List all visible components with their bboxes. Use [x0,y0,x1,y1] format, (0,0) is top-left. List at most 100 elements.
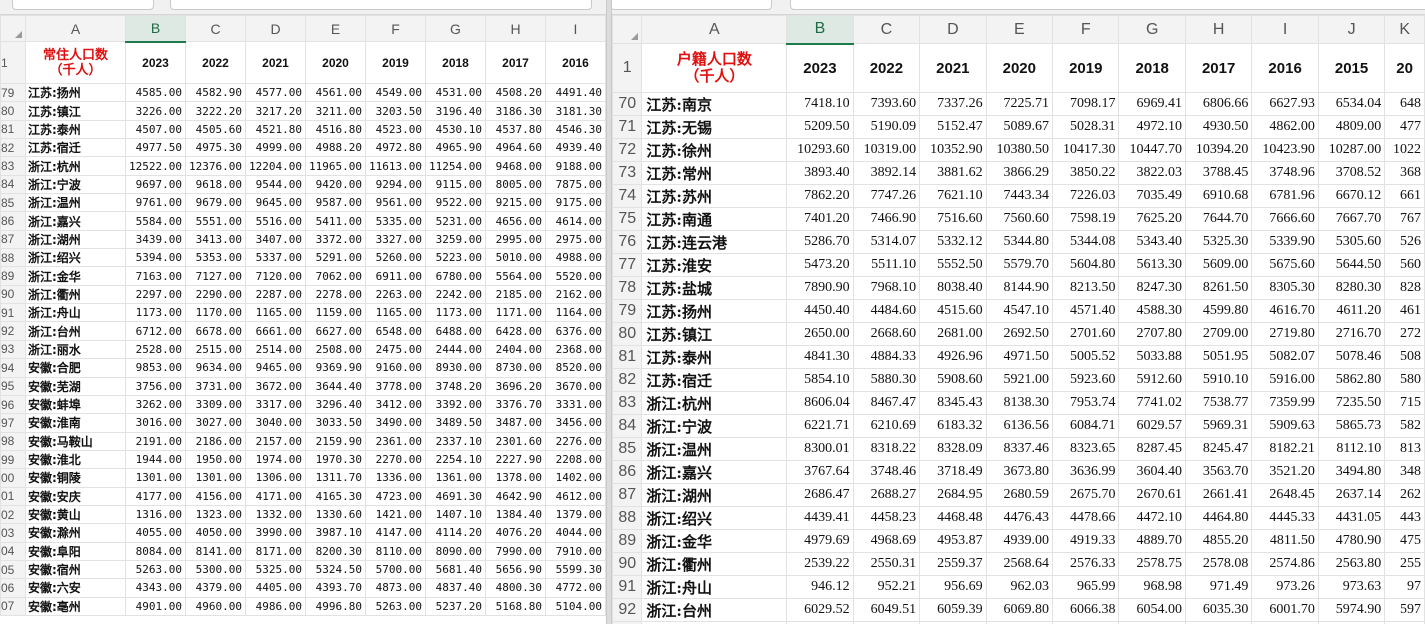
value-cell[interactable]: 2514.00 [245,339,306,360]
row-number[interactable]: 99 [0,449,26,470]
value-cell[interactable]: 5675.60 [1251,253,1319,277]
value-cell[interactable]: 262 [1384,483,1425,507]
sheet-title-cell[interactable]: 户籍人口数 （千人） [641,43,788,93]
value-cell[interactable]: 9618.00 [185,174,246,195]
value-cell[interactable]: 4611.20 [1317,299,1386,323]
city-name-cell[interactable]: 江苏:徐州 [641,138,788,162]
year-header-cell[interactable]: 2018 [425,41,486,84]
value-cell[interactable]: 4988.00 [545,248,606,268]
row-number[interactable]: 04 [0,541,26,561]
value-cell[interactable]: 4450.40 [786,299,854,323]
city-name-cell[interactable]: 浙江:衢州 [25,284,126,305]
value-cell[interactable]: 6678.00 [185,321,246,341]
value-cell[interactable]: 2668.60 [852,322,921,346]
value-cell[interactable]: 3331.00 [545,394,606,415]
city-name-cell[interactable]: 浙江:台州 [25,321,126,341]
value-cell[interactable]: 4656.00 [485,211,546,231]
value-cell[interactable]: 3644.40 [305,376,366,396]
value-cell[interactable]: 5190.09 [852,115,921,139]
city-name-cell[interactable]: 江苏:扬州 [25,82,126,103]
value-cell[interactable]: 7401.20 [786,207,854,231]
column-header-g[interactable]: G [1118,15,1186,44]
value-cell[interactable]: 2637.14 [1317,483,1386,507]
column-header-c[interactable]: C [185,15,246,42]
value-cell[interactable]: 3033.50 [305,413,366,433]
value-cell[interactable]: 4585.00 [125,82,186,103]
value-cell[interactable]: 5332.12 [919,230,987,254]
value-cell[interactable]: 3521.20 [1251,460,1319,484]
value-cell[interactable]: 7644.70 [1184,207,1253,231]
value-cell[interactable]: 10319.00 [852,138,921,162]
value-cell[interactable]: 2680.59 [985,483,1054,507]
value-cell[interactable]: 5908.60 [919,368,987,392]
row-number[interactable]: 00 [0,468,26,488]
value-cell[interactable]: 2995.00 [485,229,546,250]
value-cell[interactable]: 6029.57 [1118,414,1186,438]
value-cell[interactable]: 2278.00 [305,284,366,305]
value-cell[interactable]: 5344.08 [1052,230,1120,254]
value-cell[interactable]: 813 [1384,437,1425,461]
city-name-cell[interactable]: 安徽:马鞍山 [25,431,126,451]
value-cell[interactable]: 348 [1384,460,1425,484]
value-cell[interactable]: 10423.90 [1251,138,1319,162]
value-cell[interactable]: 3489.50 [425,413,486,433]
value-cell[interactable]: 461 [1384,299,1425,323]
value-cell[interactable]: 7875.00 [545,174,606,195]
value-cell[interactable]: 5551.00 [185,211,246,231]
value-cell[interactable]: 6969.41 [1118,92,1186,116]
city-name-cell[interactable]: 浙江:嘉兴 [25,211,126,231]
value-cell[interactable]: 2692.50 [985,322,1054,346]
value-cell[interactable]: 962.03 [985,575,1054,599]
city-name-cell[interactable]: 安徽:亳州 [25,596,126,616]
row-number[interactable]: 1 [612,43,643,93]
sheet-title-cell[interactable]: 常住人口数 （千人） [25,41,126,84]
value-cell[interactable]: 7741.02 [1118,391,1186,415]
value-cell[interactable]: 5314.07 [852,230,921,254]
value-cell[interactable]: 4476.43 [985,506,1054,530]
value-cell[interactable]: 6001.70 [1251,598,1319,622]
value-cell[interactable]: 5700.00 [365,559,426,580]
value-cell[interactable]: 526 [1384,230,1425,254]
value-cell[interactable]: 2550.31 [852,552,921,576]
value-cell[interactable]: 3756.00 [125,376,186,396]
value-cell[interactable]: 2563.80 [1317,552,1386,576]
value-cell[interactable]: 1323.00 [185,504,246,525]
value-cell[interactable]: 3672.00 [245,376,306,396]
year-header-cell[interactable]: 2017 [1184,43,1253,93]
value-cell[interactable]: 7127.00 [185,266,246,286]
row-number[interactable]: 01 [0,486,26,506]
value-cell[interactable]: 9115.00 [425,174,486,195]
value-cell[interactable]: 9587.00 [305,193,366,213]
value-cell[interactable]: 5909.63 [1251,414,1319,438]
value-cell[interactable]: 1173.00 [425,303,486,323]
row-number[interactable]: 86 [612,460,643,484]
value-cell[interactable]: 7560.60 [985,207,1054,231]
value-cell[interactable]: 7968.10 [852,276,921,300]
value-cell[interactable]: 1384.40 [485,504,546,525]
city-name-cell[interactable]: 浙江:温州 [641,437,788,461]
value-cell[interactable]: 4723.00 [365,486,426,506]
row-number[interactable]: 90 [612,552,643,576]
city-name-cell[interactable]: 安徽:合肥 [25,358,126,378]
value-cell[interactable]: 2675.70 [1052,483,1120,507]
value-cell[interactable]: 5260.00 [365,248,426,268]
value-cell[interactable]: 9175.00 [545,193,606,213]
city-name-cell[interactable]: 浙江:舟山 [641,575,788,599]
value-cell[interactable]: 8213.50 [1052,276,1120,300]
value-cell[interactable]: 4171.00 [245,486,306,506]
value-cell[interactable]: 8730.00 [485,358,546,378]
value-cell[interactable]: 4405.00 [245,578,306,598]
left-sheet-grid[interactable]: ABCDEFGHI 1 常住人口数 （千人） 2023 2022 2021 2020 2019… [0,15,606,616]
row-number[interactable]: 78 [612,276,643,300]
value-cell[interactable]: 1970.30 [305,449,366,470]
value-cell[interactable]: 4972.10 [1118,115,1186,139]
value-cell[interactable]: 255 [1384,552,1425,576]
value-cell[interactable]: 3222.20 [185,101,246,121]
value-cell[interactable]: 973.26 [1251,575,1319,599]
value-cell[interactable]: 6548.00 [365,321,426,341]
value-cell[interactable]: 2686.47 [786,483,854,507]
value-cell[interactable]: 7337.26 [919,92,987,116]
name-box[interactable] [12,0,154,10]
value-cell[interactable]: 3016.00 [125,413,186,433]
row-number[interactable]: 92 [0,321,26,341]
